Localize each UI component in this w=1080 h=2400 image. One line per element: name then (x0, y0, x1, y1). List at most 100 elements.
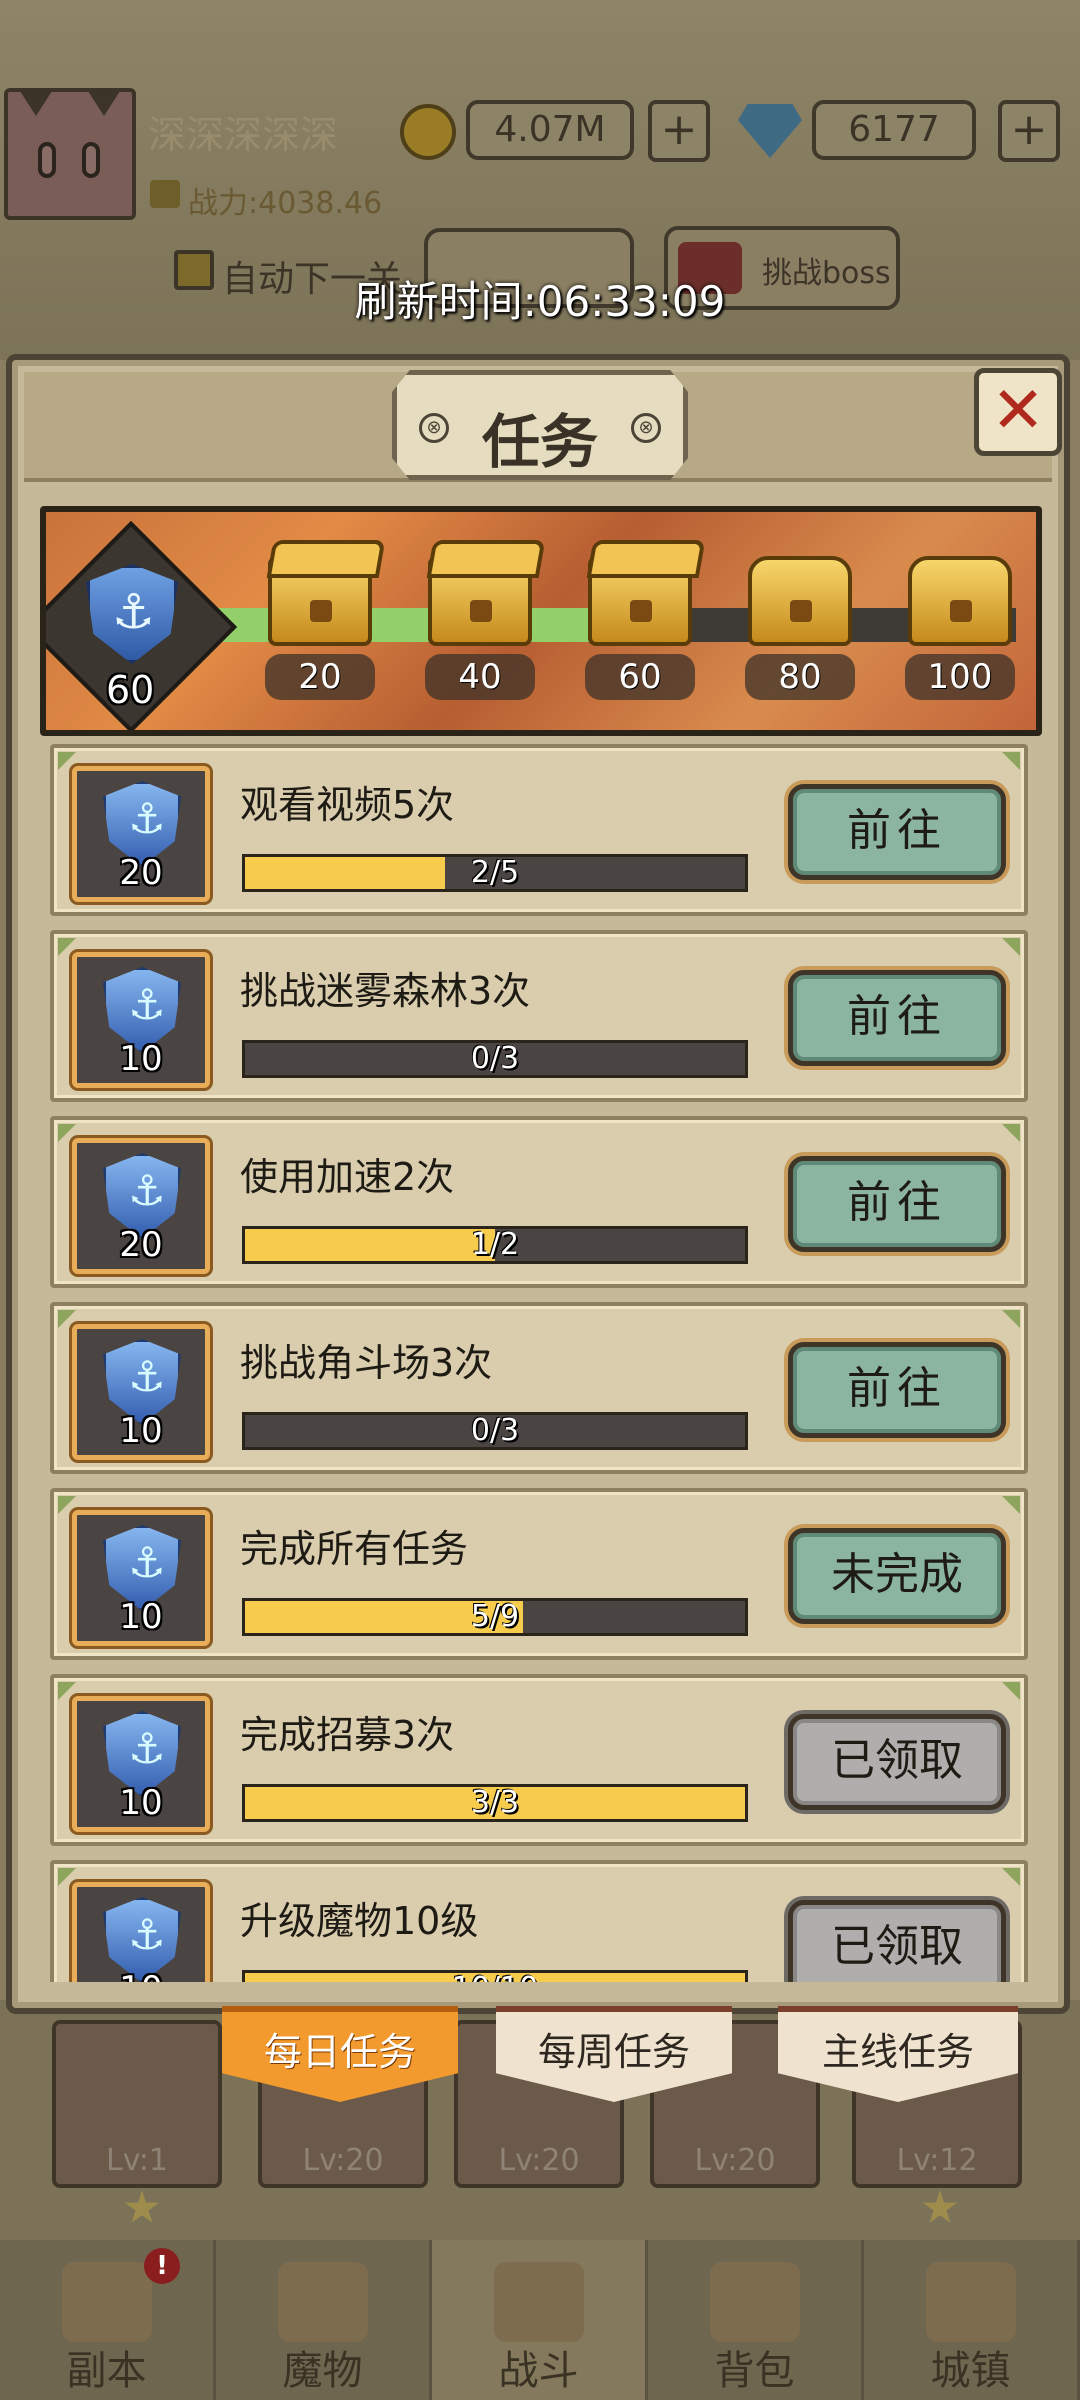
task-action-button[interactable]: 前往 (788, 970, 1006, 1066)
task-name: 观看视频5次 (240, 783, 455, 827)
close-button[interactable]: ✕ (974, 368, 1062, 456)
activity-points: 60 (106, 668, 155, 712)
anchor-icon: ⚓ (112, 584, 156, 640)
task-action-button[interactable]: 前往 (788, 1342, 1006, 1438)
task-row: ⚓ 20 观看视频5次 2/5 前往 (50, 744, 1028, 916)
add-gems-button[interactable]: + (998, 100, 1060, 162)
task-name: 挑战迷雾森林3次 (240, 969, 531, 1013)
nav-monsters[interactable]: 魔物 (216, 2240, 432, 2400)
task-progress-text: 5/9 (470, 1599, 520, 1634)
reward-chest-icon[interactable] (268, 556, 372, 646)
task-progress-bar: 5/9 (242, 1598, 748, 1636)
nav-battle[interactable]: 战斗 (432, 2240, 648, 2400)
milestone-label: 60 (585, 654, 695, 700)
corner-ornament (1002, 1682, 1020, 1700)
task-action-button[interactable]: 未完成 (788, 1528, 1006, 1624)
nav-town[interactable]: 城镇 (864, 2240, 1080, 2400)
task-progress-bar: 0/3 (242, 1412, 748, 1450)
add-coins-button[interactable]: + (648, 100, 710, 162)
activity-progress-banner: ⚓ 60 20 40 60 80 100 (40, 506, 1042, 736)
anchor-icon: ⚓ (128, 1166, 166, 1215)
avatar-ear-right (86, 88, 122, 116)
nav-label: 背包 (714, 2348, 795, 2394)
task-action-button[interactable]: 已领取 (788, 1714, 1006, 1810)
card-level: Lv:12 (896, 2143, 978, 2178)
reward-chest-icon[interactable] (748, 556, 852, 646)
anchor-icon: ⚓ (128, 1538, 166, 1587)
task-progress-bar: 10/10 (242, 1970, 748, 1982)
task-reward-amount: 20 (119, 1225, 163, 1265)
reward-chest-icon[interactable] (428, 556, 532, 646)
player-avatar[interactable] (4, 88, 136, 220)
task-progress-text: 0/3 (470, 1041, 520, 1076)
task-reward: ⚓ 10 (72, 952, 210, 1088)
corner-ornament (1002, 938, 1020, 956)
task-reward-amount: 10 (119, 1039, 163, 1079)
task-action-button[interactable]: 前往 (788, 784, 1006, 880)
monster-card[interactable]: Lv:1 (52, 2020, 222, 2188)
task-reward-amount: 10 (119, 1411, 163, 1451)
task-progress-bar: 2/5 (242, 854, 748, 892)
task-reward: ⚓ 10 (72, 1324, 210, 1460)
task-progress-bar: 1/2 (242, 1226, 748, 1264)
nav-label: 魔物 (282, 2348, 363, 2394)
task-reward-amount: 10 (77, 1969, 205, 1982)
reward-chest-icon[interactable] (908, 556, 1012, 646)
map-icon (61, 2262, 152, 2342)
power-icon (150, 180, 180, 208)
task-action-button[interactable]: 已领取 (788, 1900, 1006, 1982)
anchor-icon: ⚓ (128, 1352, 166, 1401)
task-row: ⚓ 20 使用加速2次 1/2 前往 (50, 1116, 1028, 1288)
task-progress-text: 1/2 (470, 1227, 520, 1262)
avatar-eye-left (38, 142, 56, 178)
task-list: ⚓ 20 观看视频5次 2/5 前往 ⚓ 10 挑战迷雾森林3次 0/3 前往 (50, 744, 1028, 1982)
nav-dungeon[interactable]: 副本 (0, 2240, 216, 2400)
anchor-icon: ⚓ (128, 1724, 166, 1773)
nav-label: 战斗 (498, 2348, 579, 2394)
refresh-timer: 刷新时间:06:33:09 (354, 277, 726, 326)
panel-title-plate: ⊗ 任务 ⊗ (392, 370, 688, 480)
coin-icon (400, 104, 456, 160)
task-progress-bar: 3/3 (242, 1784, 748, 1822)
backpack-icon (709, 2262, 800, 2342)
gem-amount: 6177 (812, 100, 976, 160)
task-name: 升级魔物10级 (240, 1899, 479, 1943)
task-reward-amount: 10 (119, 1783, 163, 1823)
town-icon (925, 2262, 1016, 2342)
task-name: 使用加速2次 (240, 1155, 455, 1199)
card-level: Lv:20 (694, 2143, 776, 2178)
task-name: 完成所有任务 (240, 1527, 469, 1571)
nav-label: 城镇 (930, 2348, 1011, 2394)
corner-ornament (1002, 1496, 1020, 1514)
task-reward-amount: 10 (119, 1597, 163, 1637)
monster-helmet-icon (277, 2262, 368, 2342)
milestone-label: 80 (745, 654, 855, 700)
milestone-label: 20 (265, 654, 375, 700)
task-action-button[interactable]: 前往 (788, 1156, 1006, 1252)
task-progress-bar: 0/3 (242, 1040, 748, 1078)
nav-label: 副本 (66, 2348, 147, 2394)
task-reward: ⚓ 10 (72, 1510, 210, 1646)
task-reward: ⚓ 10 (72, 1882, 210, 1982)
rivet-icon: ⊗ (631, 413, 661, 443)
task-row: ⚓ 10 挑战迷雾森林3次 0/3 前往 (50, 930, 1028, 1102)
task-reward: ⚓ 10 (72, 1696, 210, 1832)
corner-ornament (1002, 1310, 1020, 1328)
task-name: 挑战角斗场3次 (240, 1341, 493, 1385)
task-row: ⚓ 10 完成所有任务 5/9 未完成 (50, 1488, 1028, 1660)
anchor-icon: ⚓ (128, 1910, 166, 1959)
card-level: Lv:1 (105, 2143, 169, 2178)
task-row: ⚓ 10 完成招募3次 3/3 已领取 (50, 1674, 1028, 1846)
milestone-label: 100 (905, 654, 1015, 700)
avatar-eye-right (82, 142, 100, 178)
task-progress-text: 10/10 (245, 1973, 745, 1983)
card-level: Lv:20 (302, 2143, 384, 2178)
task-row: ⚓ 10 升级魔物10级 10/10 已领取 (50, 1860, 1028, 1982)
nav-backpack[interactable]: 背包 (648, 2240, 864, 2400)
task-progress-text: 0/3 (470, 1413, 520, 1448)
avatar-ear-left (18, 88, 54, 116)
task-reward: ⚓ 20 (72, 766, 210, 902)
reward-chest-icon[interactable] (588, 556, 692, 646)
card-level: Lv:20 (498, 2143, 580, 2178)
anchor-icon: ⚓ (128, 980, 166, 1029)
